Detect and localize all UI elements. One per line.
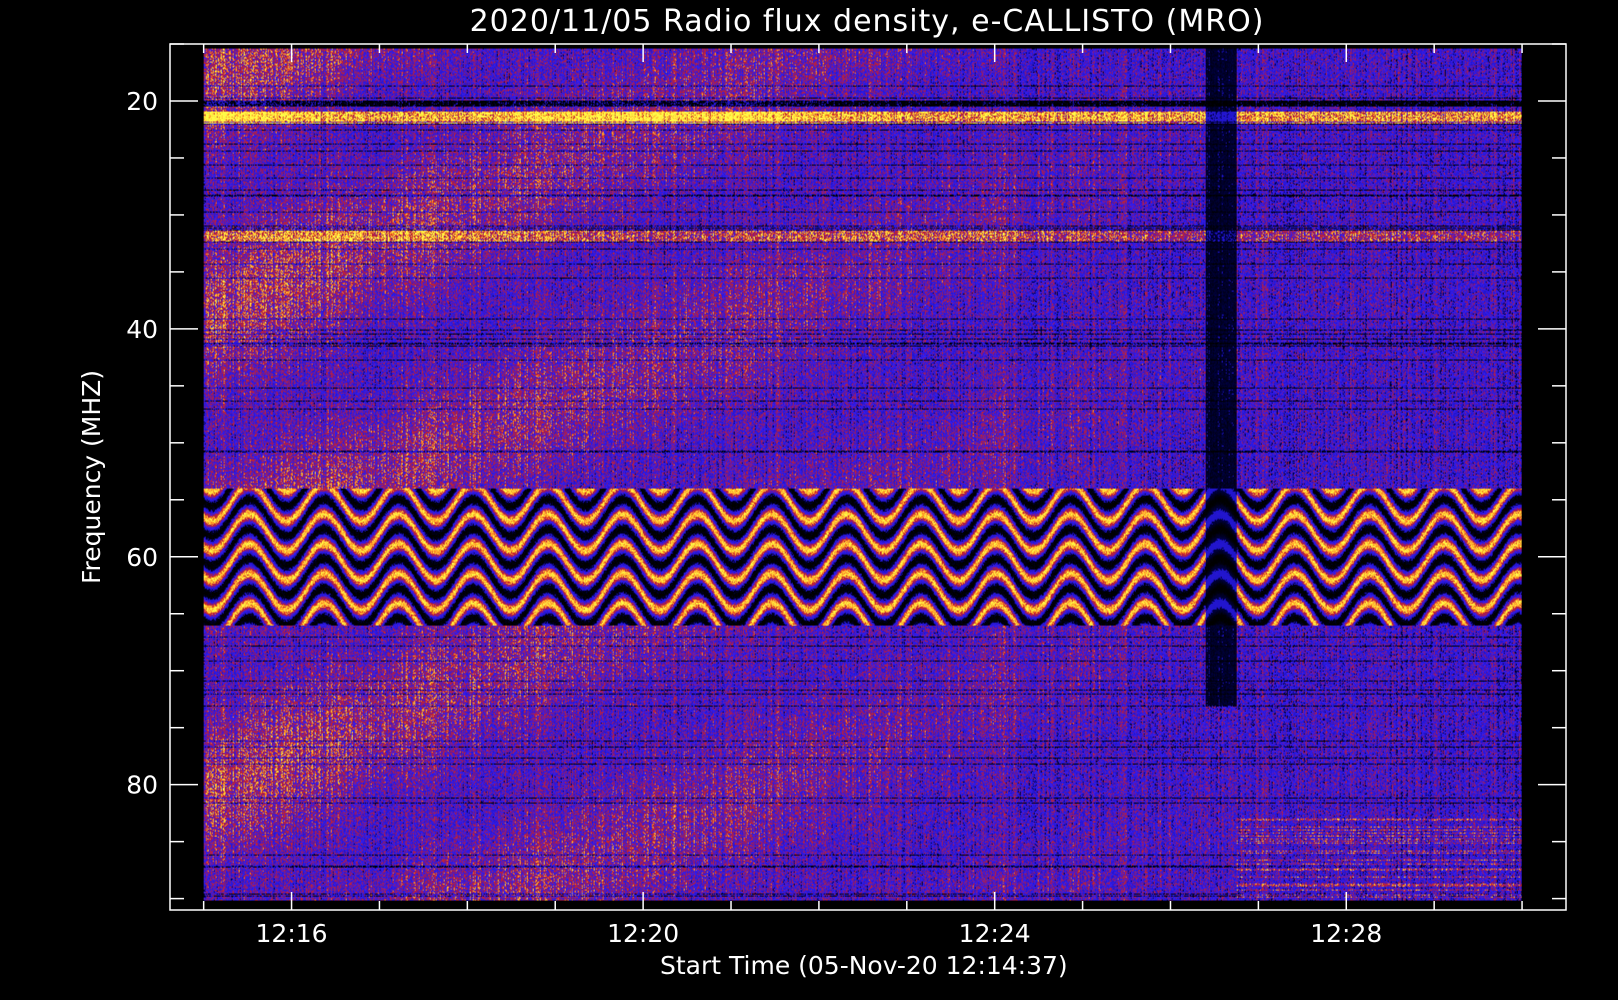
chart-title: 2020/11/05 Radio flux density, e-CALLIST… xyxy=(470,4,1265,39)
y-axis-label: Frequency (MHZ) xyxy=(77,370,106,584)
x-axis-label: Start Time (05-Nov-20 12:14:37) xyxy=(660,951,1068,980)
heatmap-raster xyxy=(203,48,1522,901)
y-tick-label: 40 xyxy=(126,315,158,344)
spectrogram-chart: 2020/11/05 Radio flux density, e-CALLIST… xyxy=(0,0,1618,1000)
heatmap-image xyxy=(203,48,1522,901)
y-tick-label: 80 xyxy=(126,771,158,800)
x-tick-label: 12:16 xyxy=(256,919,328,948)
y-tick-label: 60 xyxy=(126,543,158,572)
y-tick-label: 20 xyxy=(126,87,158,116)
x-tick-label: 12:24 xyxy=(959,919,1031,948)
x-tick-label: 12:20 xyxy=(607,919,679,948)
x-tick-label: 12:28 xyxy=(1310,919,1382,948)
